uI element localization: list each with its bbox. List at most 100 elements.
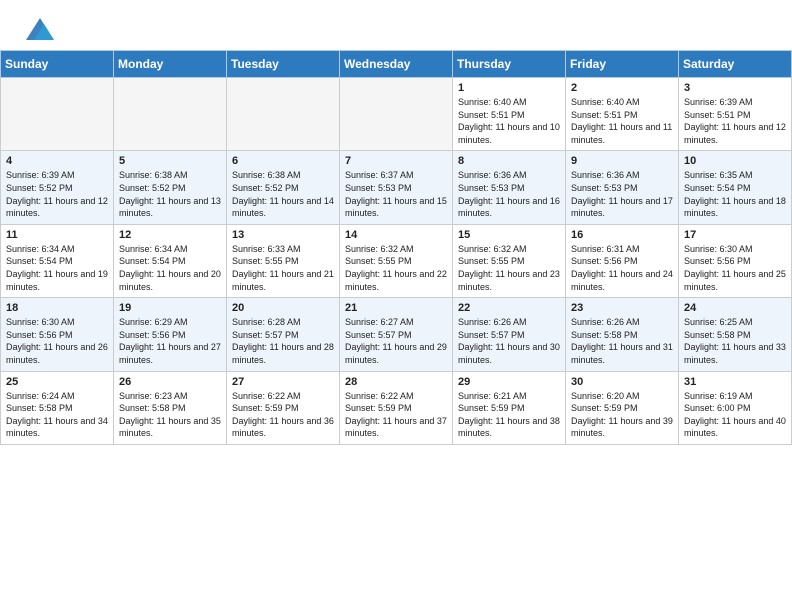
day-number: 30 [571,376,673,388]
day-info: Sunrise: 6:39 AMSunset: 5:51 PMDaylight:… [684,96,786,146]
calendar-header-wednesday: Wednesday [340,51,453,78]
day-info: Sunrise: 6:28 AMSunset: 5:57 PMDaylight:… [232,316,334,366]
day-number: 15 [458,229,560,241]
day-info: Sunrise: 6:40 AMSunset: 5:51 PMDaylight:… [571,96,673,146]
calendar-cell: 31 Sunrise: 6:19 AMSunset: 6:00 PMDayligh… [679,371,792,444]
calendar-cell: 12 Sunrise: 6:34 AMSunset: 5:54 PMDayligh… [114,224,227,297]
logo-icon [26,18,54,40]
day-info: Sunrise: 6:19 AMSunset: 6:00 PMDaylight:… [684,390,786,440]
calendar-cell: 14 Sunrise: 6:32 AMSunset: 5:55 PMDayligh… [340,224,453,297]
day-number: 7 [345,155,447,167]
day-number: 19 [119,302,221,314]
calendar-cell: 25Sunrise: 6:24 AMSunset: 5:58 PMDayligh… [1,371,114,444]
day-info: Sunrise: 6:22 AMSunset: 5:59 PMDaylight:… [345,390,447,440]
day-number: 10 [684,155,786,167]
calendar-cell [227,78,340,151]
day-info: Sunrise: 6:27 AMSunset: 5:57 PMDaylight:… [345,316,447,366]
calendar-header-monday: Monday [114,51,227,78]
calendar-cell: 19 Sunrise: 6:29 AMSunset: 5:56 PMDayligh… [114,298,227,371]
calendar-cell: 29Sunrise: 6:21 AMSunset: 5:59 PMDayligh… [453,371,566,444]
day-info: Sunrise: 6:32 AMSunset: 5:55 PMDaylight:… [458,243,560,293]
calendar-header-tuesday: Tuesday [227,51,340,78]
day-number: 26 [119,376,221,388]
day-info: Sunrise: 6:39 AMSunset: 5:52 PMDaylight:… [6,169,108,219]
day-info: Sunrise: 6:29 AMSunset: 5:56 PMDaylight:… [119,316,221,366]
day-number: 23 [571,302,673,314]
day-number: 1 [458,82,560,94]
calendar-cell: 1 Sunrise: 6:40 AMSunset: 5:51 PMDaylight… [453,78,566,151]
calendar-cell: 3 Sunrise: 6:39 AMSunset: 5:51 PMDaylight… [679,78,792,151]
calendar-cell: 20Sunrise: 6:28 AMSunset: 5:57 PMDayligh… [227,298,340,371]
day-number: 12 [119,229,221,241]
day-number: 16 [571,229,673,241]
calendar-cell: 7 Sunrise: 6:37 AMSunset: 5:53 PMDaylight… [340,151,453,224]
calendar-cell: 24Sunrise: 6:25 AMSunset: 5:58 PMDayligh… [679,298,792,371]
day-number: 8 [458,155,560,167]
calendar-cell [114,78,227,151]
calendar-cell: 11Sunrise: 6:34 AMSunset: 5:54 PMDayligh… [1,224,114,297]
day-info: Sunrise: 6:21 AMSunset: 5:59 PMDaylight:… [458,390,560,440]
header [0,0,792,50]
calendar-wrapper: SundayMondayTuesdayWednesdayThursdayFrid… [0,50,792,455]
day-info: Sunrise: 6:31 AMSunset: 5:56 PMDaylight:… [571,243,673,293]
day-info: Sunrise: 6:30 AMSunset: 5:56 PMDaylight:… [684,243,786,293]
calendar-header-thursday: Thursday [453,51,566,78]
calendar-cell: 26 Sunrise: 6:23 AMSunset: 5:58 PMDayligh… [114,371,227,444]
day-number: 14 [345,229,447,241]
calendar-cell: 22Sunrise: 6:26 AMSunset: 5:57 PMDayligh… [453,298,566,371]
calendar-cell: 21 Sunrise: 6:27 AMSunset: 5:57 PMDayligh… [340,298,453,371]
calendar-cell: 5 Sunrise: 6:38 AMSunset: 5:52 PMDaylight… [114,151,227,224]
day-number: 21 [345,302,447,314]
calendar-header-saturday: Saturday [679,51,792,78]
day-number: 2 [571,82,673,94]
day-number: 4 [6,155,108,167]
logo [24,18,54,40]
day-info: Sunrise: 6:32 AMSunset: 5:55 PMDaylight:… [345,243,447,293]
day-info: Sunrise: 6:30 AMSunset: 5:56 PMDaylight:… [6,316,108,366]
calendar-cell [1,78,114,151]
day-info: Sunrise: 6:40 AMSunset: 5:51 PMDaylight:… [458,96,560,146]
day-number: 18 [6,302,108,314]
calendar-cell: 2 Sunrise: 6:40 AMSunset: 5:51 PMDaylight… [566,78,679,151]
day-info: Sunrise: 6:34 AMSunset: 5:54 PMDaylight:… [119,243,221,293]
calendar-week-row: 4 Sunrise: 6:39 AMSunset: 5:52 PMDaylight… [1,151,792,224]
day-info: Sunrise: 6:38 AMSunset: 5:52 PMDaylight:… [232,169,334,219]
day-number: 6 [232,155,334,167]
day-info: Sunrise: 6:26 AMSunset: 5:58 PMDaylight:… [571,316,673,366]
day-info: Sunrise: 6:36 AMSunset: 5:53 PMDaylight:… [571,169,673,219]
calendar-cell: 15 Sunrise: 6:32 AMSunset: 5:55 PMDayligh… [453,224,566,297]
day-number: 24 [684,302,786,314]
day-number: 31 [684,376,786,388]
calendar-cell: 16 Sunrise: 6:31 AMSunset: 5:56 PMDayligh… [566,224,679,297]
calendar-cell: 10Sunrise: 6:35 AMSunset: 5:54 PMDayligh… [679,151,792,224]
day-info: Sunrise: 6:37 AMSunset: 5:53 PMDaylight:… [345,169,447,219]
calendar-header-row: SundayMondayTuesdayWednesdayThursdayFrid… [1,51,792,78]
day-number: 13 [232,229,334,241]
calendar-cell: 8 Sunrise: 6:36 AMSunset: 5:53 PMDaylight… [453,151,566,224]
calendar-week-row: 11 Sunrise: 6:34 AMSunset: 5:54 PMDayligh… [1,224,792,297]
calendar-week-row: 1 Sunrise: 6:40 AMSunset: 5:51 PMDaylight… [1,78,792,151]
calendar-cell: 27Sunrise: 6:22 AMSunset: 5:59 PMDayligh… [227,371,340,444]
day-number: 5 [119,155,221,167]
calendar-cell: 28Sunrise: 6:22 AMSunset: 5:59 PMDayligh… [340,371,453,444]
calendar-cell: 18 Sunrise: 6:30 AMSunset: 5:56 PMDayligh… [1,298,114,371]
calendar-cell: 23 Sunrise: 6:26 AMSunset: 5:58 PMDayligh… [566,298,679,371]
calendar-cell: 17 Sunrise: 6:30 AMSunset: 5:56 PMDayligh… [679,224,792,297]
day-number: 9 [571,155,673,167]
day-number: 17 [684,229,786,241]
day-info: Sunrise: 6:38 AMSunset: 5:52 PMDaylight:… [119,169,221,219]
day-number: 3 [684,82,786,94]
day-info: Sunrise: 6:24 AMSunset: 5:58 PMDaylight:… [6,390,108,440]
day-info: Sunrise: 6:26 AMSunset: 5:57 PMDaylight:… [458,316,560,366]
day-info: Sunrise: 6:36 AMSunset: 5:53 PMDaylight:… [458,169,560,219]
calendar-cell: 9 Sunrise: 6:36 AMSunset: 5:53 PMDaylight… [566,151,679,224]
calendar-cell: 30 Sunrise: 6:20 AMSunset: 5:59 PMDayligh… [566,371,679,444]
day-number: 11 [6,229,108,241]
day-number: 27 [232,376,334,388]
day-info: Sunrise: 6:23 AMSunset: 5:58 PMDaylight:… [119,390,221,440]
calendar-cell: 6 Sunrise: 6:38 AMSunset: 5:52 PMDaylight… [227,151,340,224]
day-info: Sunrise: 6:20 AMSunset: 5:59 PMDaylight:… [571,390,673,440]
calendar-week-row: 25Sunrise: 6:24 AMSunset: 5:58 PMDayligh… [1,371,792,444]
calendar-cell [340,78,453,151]
calendar-header-sunday: Sunday [1,51,114,78]
